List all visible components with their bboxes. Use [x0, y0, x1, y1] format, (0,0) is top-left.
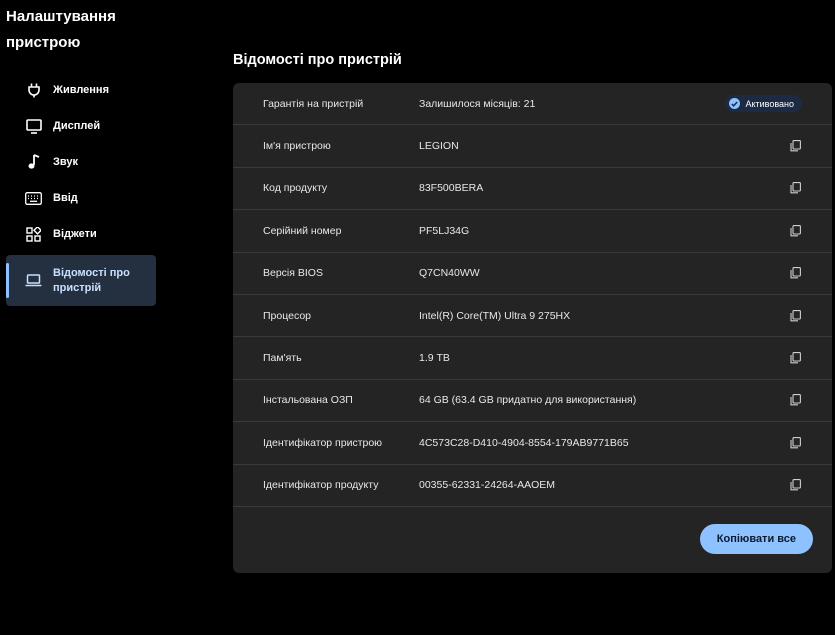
- copy-icon[interactable]: [788, 393, 802, 407]
- copy-icon[interactable]: [788, 266, 802, 280]
- row-value: 00355-62331-24264-AAOEM: [419, 479, 556, 492]
- info-row: Код продукту 83F500BERA: [233, 168, 832, 211]
- copy-icon[interactable]: [788, 436, 802, 450]
- row-key: Пам'ять: [263, 352, 302, 365]
- music-note-icon: [25, 154, 42, 171]
- sidebar-item-sound[interactable]: Звук: [6, 144, 156, 180]
- info-row: Ідентифікатор пристрою 4C573C28-D410-490…: [233, 422, 832, 465]
- row-key: Версія BIOS: [263, 267, 323, 280]
- status-badge: Активовано: [725, 95, 802, 113]
- sidebar-item-label: Віджети: [53, 228, 97, 240]
- sidebar-item-label: Звук: [53, 156, 79, 168]
- sidebar-item-display[interactable]: Дисплей: [6, 108, 156, 144]
- info-row: Ім'я пристрою LEGION: [233, 125, 832, 168]
- copy-icon[interactable]: [788, 478, 802, 492]
- row-key: Ідентифікатор продукту: [263, 479, 379, 492]
- sidebar-item-power[interactable]: Живлення: [6, 72, 156, 108]
- monitor-icon: [25, 118, 42, 135]
- row-key: Код продукту: [263, 182, 328, 195]
- info-row: Серійний номер PF5LJ34G: [233, 210, 832, 253]
- info-row: Версія BIOS Q7CN40WW: [233, 253, 832, 295]
- row-key: Ім'я пристрою: [263, 140, 331, 153]
- row-value: Q7CN40WW: [419, 267, 480, 280]
- app-title: Налаштування пристрою: [6, 8, 116, 51]
- row-key: Процесор: [263, 309, 312, 322]
- sidebar-item-widgets[interactable]: Віджети: [6, 216, 156, 252]
- device-info-card: Гарантія на пристрій Залишилося місяців:…: [233, 83, 832, 573]
- copy-icon[interactable]: [788, 224, 802, 238]
- info-row: Пам'ять 1.9 ТВ: [233, 337, 832, 380]
- check-circle-icon: [729, 98, 741, 110]
- status-badge-label: Активовано: [745, 98, 794, 109]
- row-value: Залишилося місяців: 21: [419, 97, 536, 110]
- copy-icon[interactable]: [788, 139, 802, 153]
- info-row: Інстальована ОЗП 64 GB (63.4 GB придатно…: [233, 380, 832, 423]
- sidebar-item-device-info[interactable]: Відомості про пристрій: [6, 255, 156, 306]
- keyboard-icon: [25, 190, 42, 207]
- sidebar-item-label: Відомості про пристрій: [53, 266, 130, 294]
- widgets-icon: [25, 226, 42, 243]
- row-key: Інстальована ОЗП: [263, 394, 353, 407]
- sidebar: Живлення Дисплей Звук Ввід Віджети Відом…: [6, 72, 156, 306]
- info-row: Процесор Intel(R) Core(TM) Ultra 9 275HX: [233, 295, 832, 338]
- copy-icon[interactable]: [788, 351, 802, 365]
- row-value: Intel(R) Core(TM) Ultra 9 275HX: [419, 309, 571, 322]
- row-value: PF5LJ34G: [419, 224, 470, 237]
- info-row: Ідентифікатор продукту 00355-62331-24264…: [233, 465, 832, 507]
- copy-icon[interactable]: [788, 309, 802, 323]
- row-key: Гарантія на пристрій: [263, 97, 364, 110]
- info-row-warranty: Гарантія на пристрій Залишилося місяців:…: [233, 83, 832, 126]
- sidebar-item-label: Ввід: [53, 192, 78, 204]
- sidebar-item-label: Живлення: [53, 84, 109, 96]
- page-title: Відомості про пристрій: [233, 52, 402, 68]
- sidebar-item-input[interactable]: Ввід: [6, 180, 156, 216]
- copy-all-button[interactable]: Копіювати все: [699, 524, 813, 554]
- sidebar-item-label: Дисплей: [53, 120, 101, 132]
- row-value: 83F500BERA: [419, 182, 484, 195]
- row-value: LEGION: [419, 140, 459, 153]
- row-value: 1.9 ТВ: [419, 352, 450, 365]
- row-value: 4C573C28-D410-4904-8554-179AB9771B65: [419, 436, 629, 449]
- laptop-icon: [25, 272, 42, 289]
- plug-icon: [25, 82, 42, 99]
- row-key: Серійний номер: [263, 224, 342, 237]
- row-value: 64 GB (63.4 GB придатно для використання…: [419, 394, 637, 407]
- row-key: Ідентифікатор пристрою: [263, 436, 383, 449]
- copy-icon[interactable]: [788, 181, 802, 195]
